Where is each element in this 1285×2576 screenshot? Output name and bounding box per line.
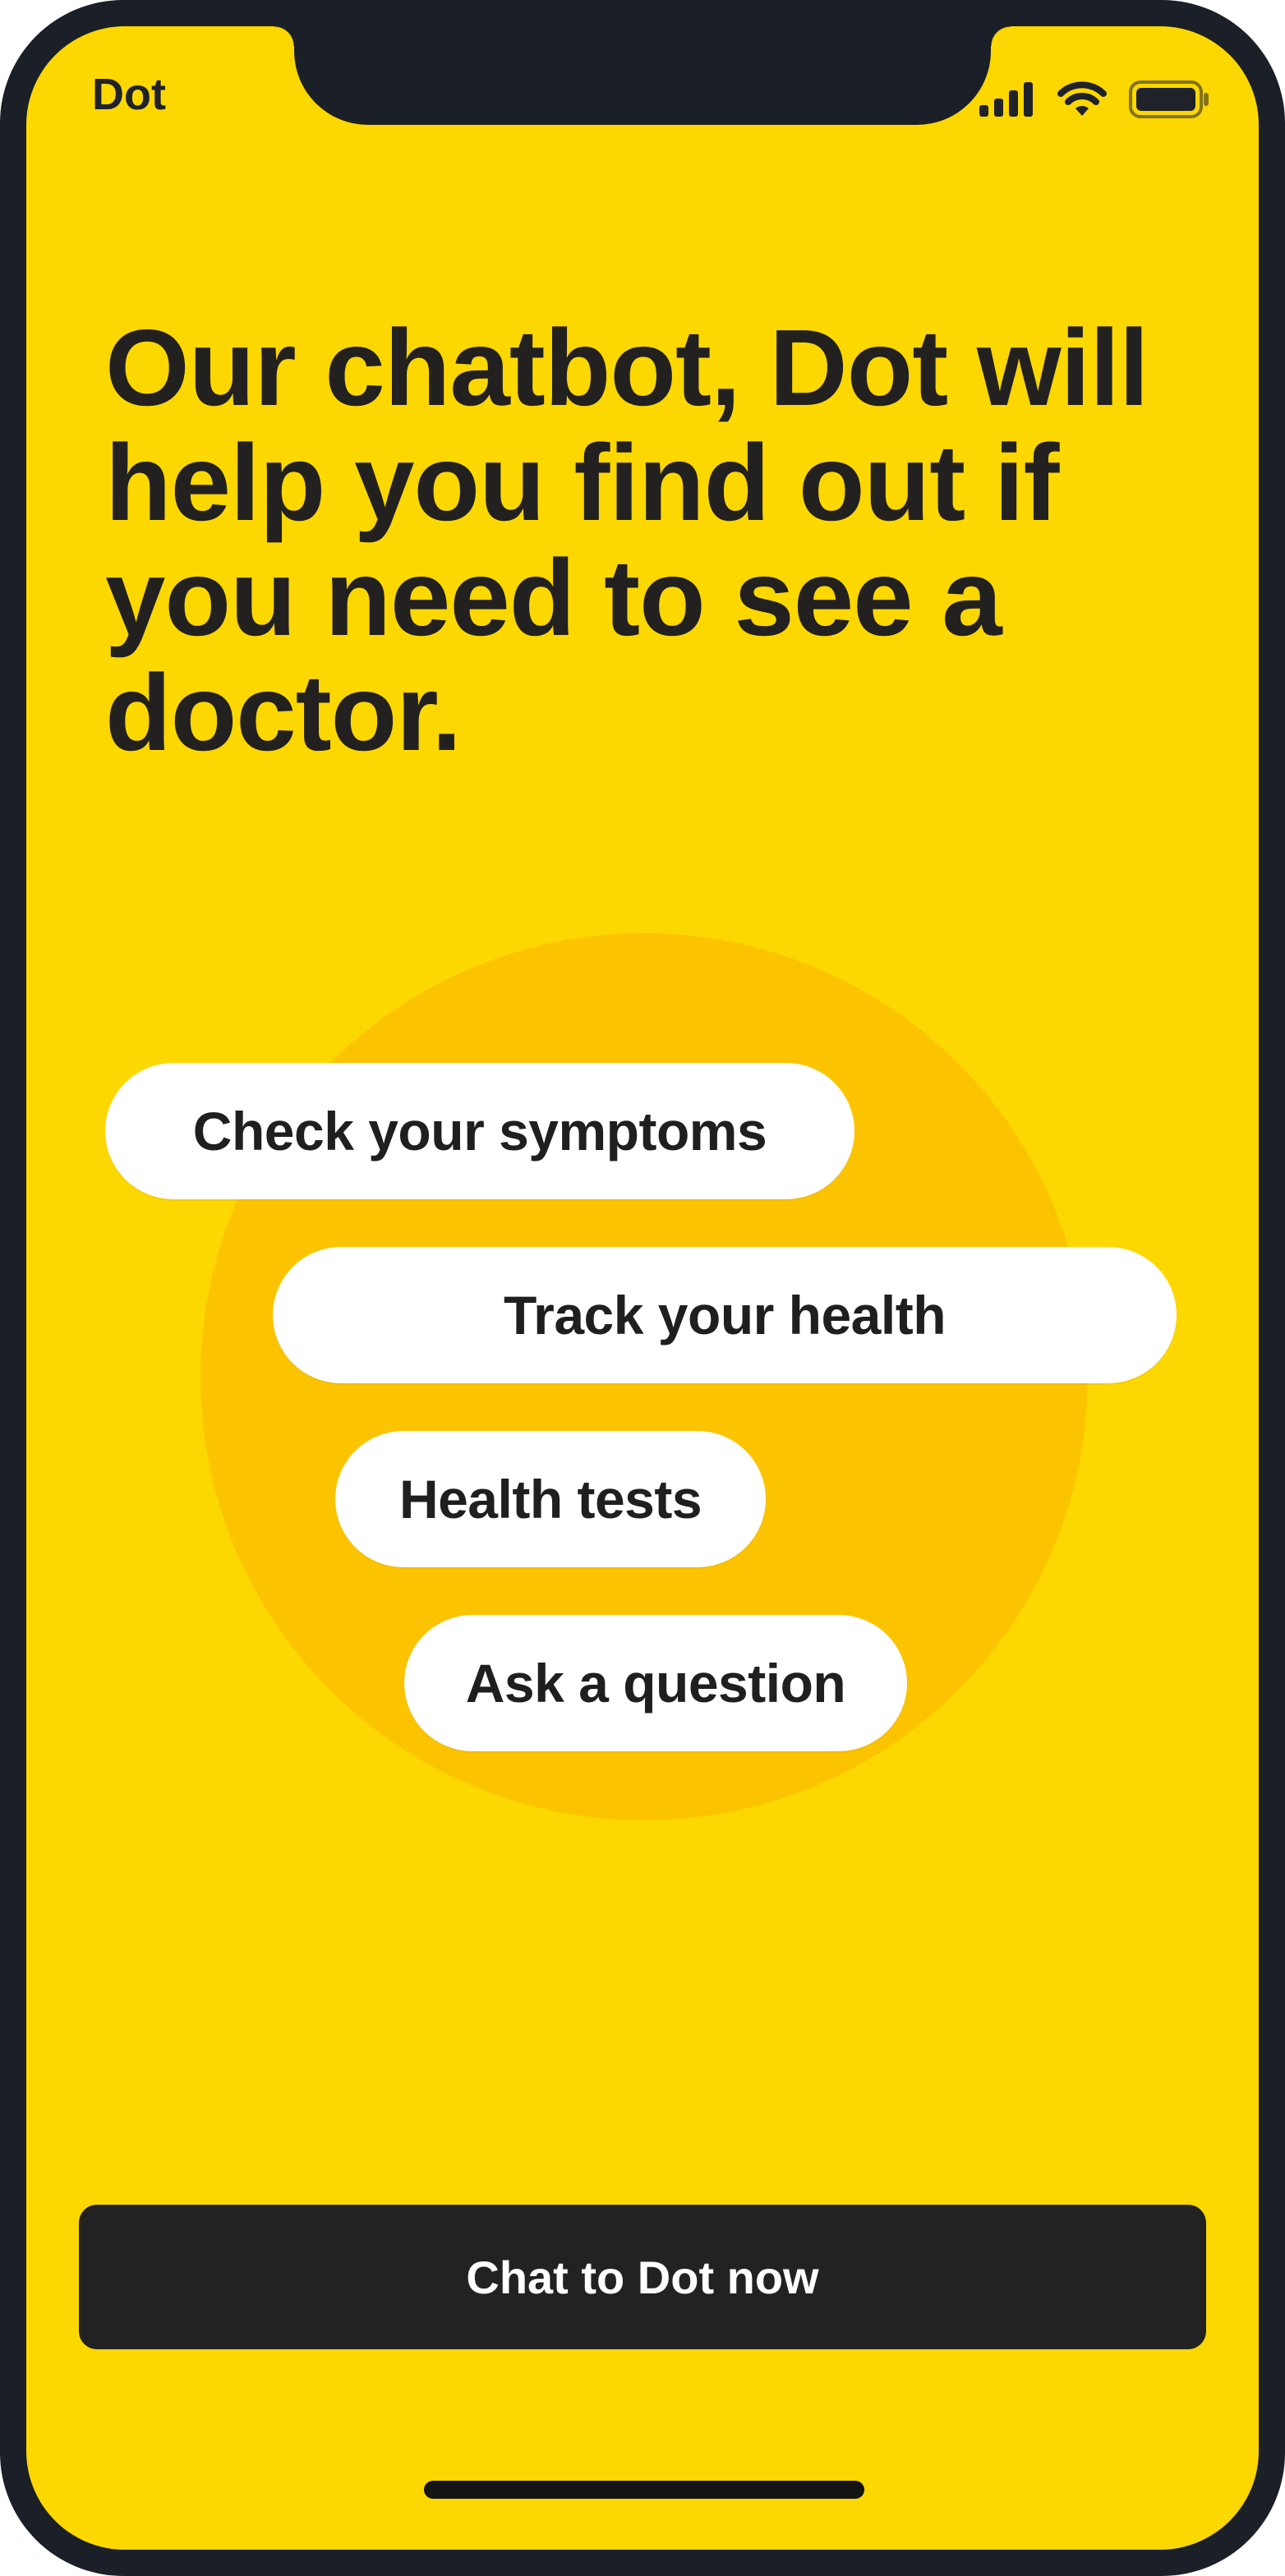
wifi-icon [1057,81,1108,122]
page-headline: Our chatbot, Dot will help you find out … [105,307,1149,773]
option-track-health[interactable]: Track your health [273,1247,1177,1383]
option-ask-question[interactable]: Ask a question [404,1615,907,1751]
home-indicator[interactable] [424,2481,864,2499]
chat-now-button[interactable]: Chat to Dot now [79,2205,1206,2349]
app-screen: Dot Our chatbot, Dot will help you find … [26,26,1259,2550]
phone-frame: Dot Our chatbot, Dot will help you find … [0,0,1285,2576]
status-icons [979,80,1209,122]
option-check-symptoms[interactable]: Check your symptoms [105,1063,854,1199]
battery-icon [1129,80,1209,122]
option-health-tests[interactable]: Health tests [335,1431,766,1567]
cellular-signal-icon [979,82,1035,121]
status-app-name: Dot [92,70,166,119]
device-notch [274,26,1011,125]
